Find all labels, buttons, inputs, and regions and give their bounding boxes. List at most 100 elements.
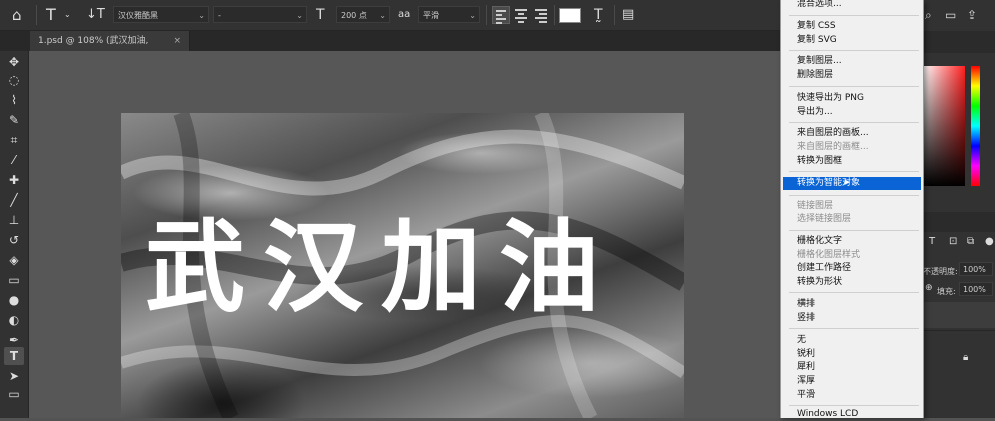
menu-item-export-as[interactable]: 导出为... [783, 106, 921, 119]
font-style-value: - [218, 11, 221, 20]
eyedropper-tool-icon[interactable]: ⁄ [4, 151, 24, 169]
font-family-select[interactable]: 汉仪雅酷黑 ⌄ [113, 6, 209, 23]
chevron-down-icon: ⌄ [469, 11, 476, 20]
fill-field[interactable]: 100% [959, 282, 993, 296]
gradient-tool-icon[interactable]: ▭ [4, 271, 24, 289]
type-tool-icon[interactable]: T [46, 0, 56, 30]
document-tab[interactable]: 1.psd @ 108% (武汉加油, RGB/8#) * × [30, 31, 190, 66]
layer-context-menu: 混合选项... 复制 CSS 复制 SVG 复制图层... 删除图层 快速导出为… [780, 0, 924, 421]
opacity-value: 100% [963, 265, 986, 274]
home-icon[interactable]: ⌂ [12, 0, 22, 30]
fill-label: 填充: [937, 287, 956, 296]
canvas-area[interactable]: 武汉加油 [29, 51, 780, 418]
menu-separator [789, 328, 919, 329]
crop-tool-icon[interactable]: ⌗ [4, 131, 24, 149]
character-panel-icon[interactable]: ▤ [622, 0, 634, 30]
font-size-select[interactable]: 200 点 ⌄ [336, 6, 390, 23]
menu-separator [789, 15, 919, 16]
stamp-tool-icon[interactable]: ⊥ [4, 211, 24, 229]
antialias-value: 平滑 [423, 11, 439, 20]
search-icon[interactable]: ⌕ [925, 0, 932, 30]
lock-icon[interactable]: ⊕ [925, 278, 933, 298]
menu-item-delete-layer[interactable]: 删除图层 [783, 69, 921, 82]
text-color-swatch[interactable] [559, 8, 581, 23]
quick-select-tool-icon[interactable]: ✎ [4, 111, 24, 129]
workspace-icon[interactable]: ▭ [945, 0, 956, 30]
path-select-tool-icon[interactable]: ➤ [4, 367, 24, 385]
layers-panel-header [923, 212, 995, 232]
divider [36, 5, 37, 25]
lock-icon: 🔒︎ [963, 352, 969, 363]
type-tool-icon[interactable]: T [4, 347, 24, 365]
filter-smart-icon[interactable]: ⧉ [967, 232, 974, 252]
menu-item-convert-to-shape[interactable]: 转换为形状 [783, 276, 921, 289]
menu-item-blending-options[interactable]: 混合选项... [783, 0, 921, 11]
eraser-tool-icon[interactable]: ◈ [4, 251, 24, 269]
menu-item-aa-strong[interactable]: 浑厚 [783, 375, 921, 388]
blur-tool-icon[interactable]: ● [4, 291, 24, 309]
opacity-label: 不透明度: [923, 267, 958, 276]
menu-item-copy-svg[interactable]: 复制 SVG [783, 34, 921, 47]
close-icon[interactable]: × [173, 31, 181, 51]
menu-separator [789, 230, 919, 231]
font-size-icon: T [316, 7, 325, 23]
text-layer[interactable]: 武汉加油 [145, 203, 617, 333]
divider [554, 5, 555, 25]
chevron-down-icon: ⌄ [198, 11, 205, 20]
mouse-cursor-icon: ➤ [843, 178, 851, 188]
font-size-value: 200 点 [341, 11, 367, 20]
align-left-button[interactable] [492, 6, 510, 24]
filter-type-icon[interactable]: T [929, 232, 935, 252]
menu-item-duplicate-layer[interactable]: 复制图层... [783, 55, 921, 68]
menu-item-vertical[interactable]: 竖排 [783, 312, 921, 325]
menu-item-copy-css[interactable]: 复制 CSS [783, 20, 921, 33]
healing-brush-tool-icon[interactable]: ✚ [4, 171, 24, 189]
menu-item-horizontal[interactable]: 横排 [783, 298, 921, 311]
menu-item-aa-smooth[interactable]: 平滑 [783, 389, 921, 402]
chevron-down-icon[interactable]: ⌄ [64, 0, 71, 30]
menu-item-aa-sharp[interactable]: 锐利 [783, 348, 921, 361]
menu-separator [789, 86, 919, 87]
menu-item-link-layers: 链接图层 [797, 201, 834, 211]
move-tool-icon[interactable]: ✥ [4, 53, 24, 71]
menu-item-aa-none[interactable]: 无 [783, 334, 921, 347]
right-panels: ⌕ ▭ ⇪ T ⊡ ⧉ ● 不透明度: 100% ⊕ 填充: 100% 🔒︎ [922, 0, 995, 418]
document-canvas[interactable]: 武汉加油 [121, 113, 684, 418]
menu-separator [789, 50, 919, 51]
rectangle-tool-icon[interactable]: ▭ [4, 385, 24, 403]
menu-separator [789, 122, 919, 123]
menu-item-aa-crisp[interactable]: 犀利 [783, 361, 921, 374]
font-style-select[interactable]: - ⌄ [213, 6, 307, 23]
dodge-tool-icon[interactable]: ◐ [4, 311, 24, 329]
menu-item-artboard-from-layers[interactable]: 来自图层的画板... [783, 127, 921, 140]
menu-separator [789, 405, 919, 406]
color-picker-field[interactable] [923, 66, 965, 186]
history-brush-tool-icon[interactable]: ↺ [4, 231, 24, 249]
menu-item-rasterize-type[interactable]: 栅格化文字 [783, 235, 921, 248]
menu-item-rasterize-layer-style: 栅格化图层样式 [797, 250, 861, 260]
brush-tool-icon[interactable]: ╱ [4, 191, 24, 209]
align-center-button[interactable] [512, 6, 530, 24]
divider [923, 330, 995, 331]
align-right-button[interactable] [532, 6, 550, 24]
menu-item-select-linked-layers: 选择链接图层 [797, 214, 852, 224]
antialias-select[interactable]: 平滑 ⌄ [418, 6, 480, 23]
document-tab-bar: 1.psd @ 108% (武汉加油, RGB/8#) * × [0, 31, 780, 66]
menu-item-convert-to-frame[interactable]: 转换为图框 [783, 155, 921, 168]
menu-item-convert-to-smart-object[interactable]: 转换为智能对象 [783, 177, 921, 190]
menu-item-frame-from-layers: 来自图层的画框... [797, 142, 869, 152]
color-panel-header [923, 31, 995, 53]
marquee-tool-icon[interactable]: ◌ [4, 71, 24, 89]
menu-item-quick-export-png[interactable]: 快速导出为 PNG [783, 92, 921, 105]
toggle-text-orientation-icon[interactable]: ↓T [86, 0, 105, 30]
share-icon[interactable]: ⇪ [967, 0, 977, 30]
menu-item-create-work-path[interactable]: 创建工作路径 [783, 262, 921, 275]
filter-toggle-icon[interactable]: ● [985, 232, 994, 252]
lasso-tool-icon[interactable]: ⌇ [4, 91, 24, 109]
opacity-field[interactable]: 100% [959, 262, 993, 276]
warp-text-icon[interactable]: T̰ [594, 0, 603, 30]
menu-item-windows-lcd[interactable]: Windows LCD [783, 408, 921, 421]
hue-slider[interactable] [971, 66, 980, 186]
layer-row-text[interactable] [923, 302, 995, 328]
filter-shape-icon[interactable]: ⊡ [949, 232, 957, 252]
